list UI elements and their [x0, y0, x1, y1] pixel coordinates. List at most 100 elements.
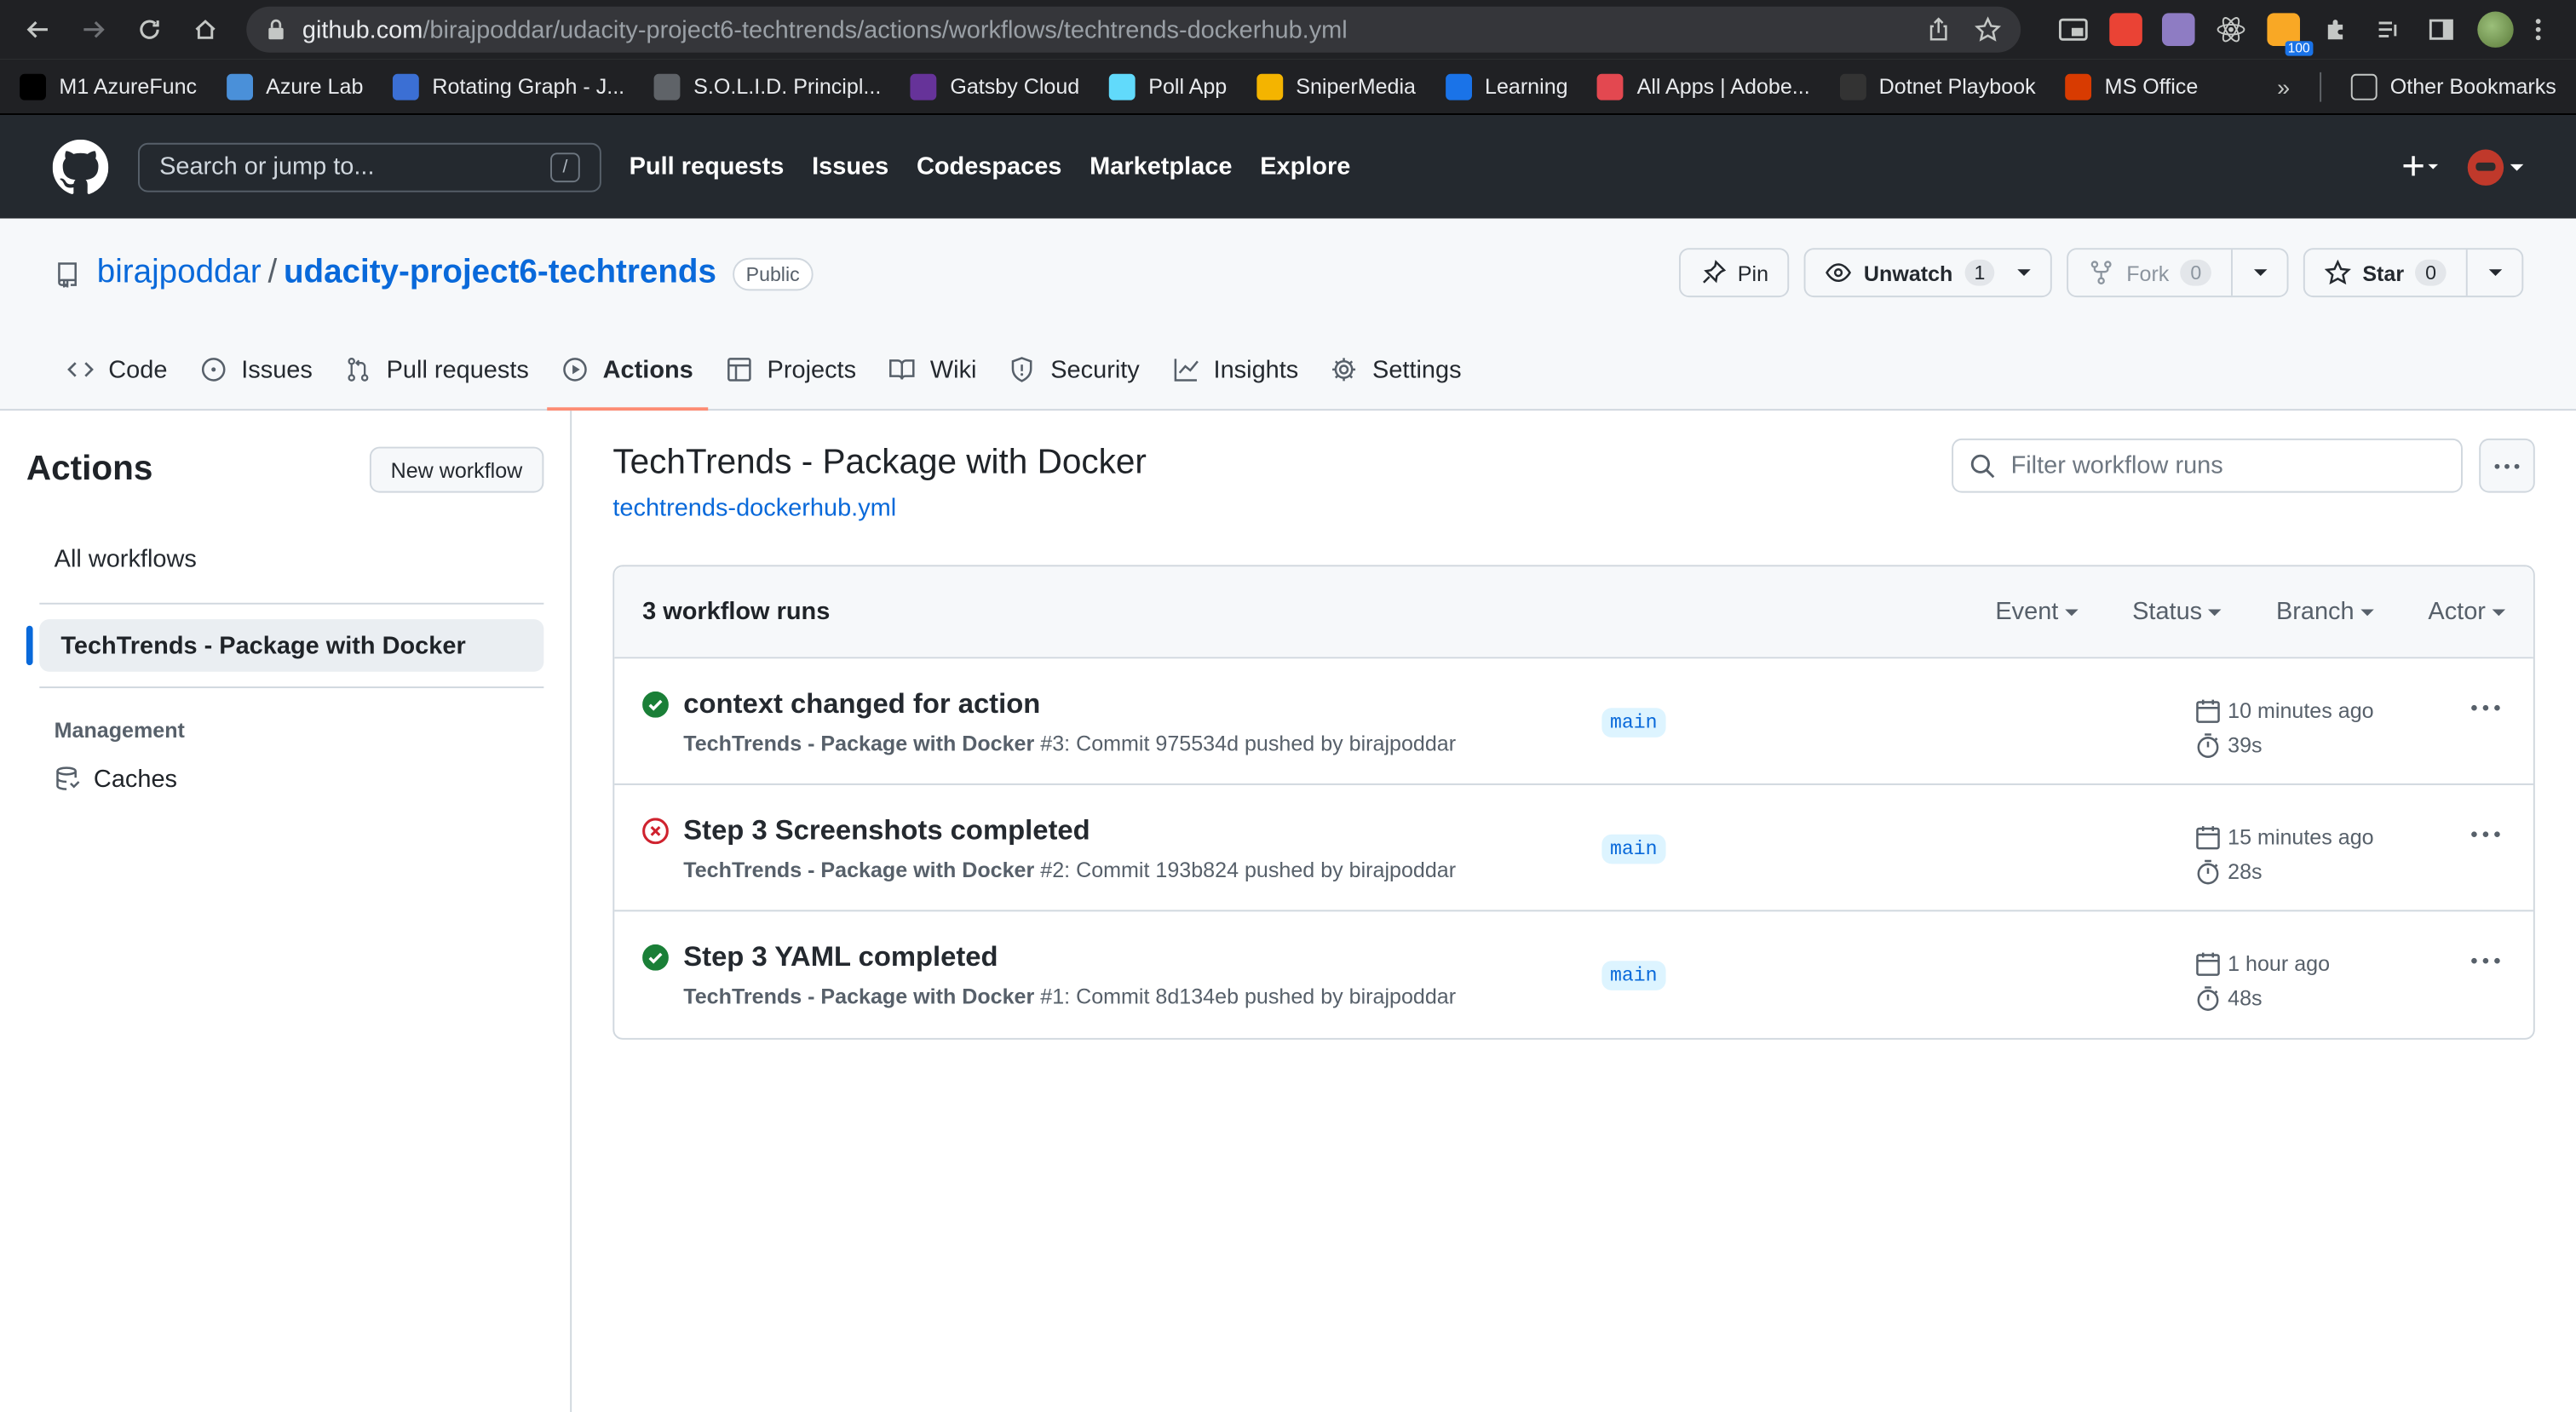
star-dropdown[interactable]: [2465, 250, 2522, 296]
nav-issues[interactable]: Issues: [812, 152, 888, 181]
nav-pull-requests[interactable]: Pull requests: [630, 152, 785, 181]
bookmark-item[interactable]: Azure Lab: [226, 72, 363, 100]
gear-icon: [1331, 356, 1358, 382]
bookmark-item[interactable]: Rotating Graph - J...: [393, 72, 624, 100]
filter-input[interactable]: [2010, 451, 2438, 480]
tab-label: Actions: [602, 355, 693, 384]
home-icon[interactable]: [184, 9, 227, 51]
workflow-runs-box: 3 workflow runs Event Status Branch Acto…: [612, 565, 2535, 1040]
repo-separator: /: [267, 254, 278, 291]
share-icon[interactable]: [1925, 16, 1952, 43]
run-title[interactable]: Step 3 Screenshots completed: [683, 815, 1603, 848]
branch-label[interactable]: main: [1601, 961, 1666, 990]
branch-label[interactable]: main: [1601, 708, 1666, 738]
back-icon[interactable]: [16, 9, 59, 51]
sidebar-item-selected-workflow[interactable]: TechTrends - Package with Docker: [26, 619, 544, 672]
bookmark-item[interactable]: Gatsby Cloud: [911, 72, 1079, 100]
repo-name-link[interactable]: udacity-project6-techtrends: [284, 255, 716, 292]
extensions-puzzle-icon[interactable]: [2320, 13, 2353, 46]
fork-dropdown[interactable]: [2231, 250, 2287, 296]
tab-security[interactable]: Security: [995, 330, 1154, 410]
run-duration: 28s: [2228, 858, 2263, 884]
bookmark-item[interactable]: MS Office: [2065, 72, 2198, 100]
fork-button[interactable]: Fork 0: [2067, 248, 2289, 298]
github-global-nav: Pull requests Issues Codespaces Marketpl…: [630, 152, 1351, 181]
tab-insights[interactable]: Insights: [1158, 330, 1314, 410]
user-menu-button[interactable]: [2467, 148, 2524, 185]
reload-icon[interactable]: [128, 9, 170, 51]
new-workflow-button[interactable]: New workflow: [369, 446, 544, 493]
branch-label[interactable]: main: [1601, 834, 1666, 864]
run-title[interactable]: Step 3 YAML completed: [683, 941, 1603, 974]
run-options-button[interactable]: [2471, 957, 2501, 964]
forward-icon[interactable]: [72, 9, 115, 51]
reading-list-icon[interactable]: [2372, 13, 2406, 46]
more-options-button[interactable]: [2479, 438, 2535, 493]
extension-react-icon[interactable]: [2215, 13, 2248, 46]
bookmarks-bar: M1 AzureFunc Azure Lab Rotating Graph - J.…: [0, 59, 2576, 115]
nav-marketplace[interactable]: Marketplace: [1090, 152, 1232, 181]
database-icon: [55, 766, 81, 792]
workflow-run-row[interactable]: Step 3 Screenshots completed TechTrends -…: [614, 785, 2533, 912]
bookmark-label: SniperMedia: [1296, 73, 1417, 99]
tab-issues[interactable]: Issues: [186, 330, 328, 410]
address-bar[interactable]: github.com/birajpoddar/udacity-project6-…: [246, 6, 2021, 53]
github-search-input[interactable]: Search or jump to... /: [137, 141, 601, 192]
profile-avatar[interactable]: [2477, 11, 2514, 48]
filter-branch[interactable]: Branch: [2276, 598, 2374, 626]
bookmark-item[interactable]: All Apps | Adobe...: [1597, 72, 1810, 100]
chevron-down-icon[interactable]: [2017, 269, 2032, 276]
other-bookmarks-folder[interactable]: Other Bookmarks: [2350, 72, 2556, 100]
unwatch-button[interactable]: Unwatch 1: [1804, 248, 2053, 298]
tab-wiki[interactable]: Wiki: [874, 330, 992, 410]
bookmark-item[interactable]: Dotnet Playbook: [1839, 72, 2036, 100]
bookmark-star-icon[interactable]: [1975, 16, 2001, 43]
stopwatch-icon: [2195, 732, 2222, 758]
bookmark-item[interactable]: Poll App: [1108, 72, 1227, 100]
github-logo-icon[interactable]: [52, 138, 109, 195]
sidebar-item-caches[interactable]: Caches: [26, 755, 543, 801]
extension-rss-icon[interactable]: 100: [2267, 13, 2314, 56]
calendar-icon: [2195, 697, 2222, 724]
table-icon: [726, 356, 752, 382]
workflow-run-row[interactable]: Step 3 YAML completed TechTrends - Packag…: [614, 911, 2533, 1037]
bookmark-item[interactable]: Learning: [1445, 72, 1568, 100]
repo-icon: [55, 261, 81, 287]
repo-owner-link[interactable]: birajpoddar: [97, 255, 262, 292]
picture-in-picture-icon[interactable]: [2057, 13, 2090, 46]
nav-explore[interactable]: Explore: [1260, 152, 1350, 181]
side-panel-icon[interactable]: [2425, 13, 2458, 46]
tab-code[interactable]: Code: [53, 330, 182, 410]
tab-projects[interactable]: Projects: [711, 330, 871, 410]
user-avatar: [2467, 148, 2504, 185]
section-heading: Management: [54, 717, 185, 743]
browser-menu-icon[interactable]: [2533, 16, 2544, 43]
bookmark-item[interactable]: SniperMedia: [1256, 72, 1417, 100]
folder-icon: [2350, 72, 2378, 100]
nav-codespaces[interactable]: Codespaces: [917, 152, 1061, 181]
sidebar-item-all-workflows[interactable]: All workflows: [26, 532, 543, 587]
workflow-run-row[interactable]: context changed for action TechTrends - P…: [614, 658, 2533, 785]
bookmark-item[interactable]: S.O.L.I.D. Principl...: [653, 72, 881, 100]
filter-status[interactable]: Status: [2132, 598, 2222, 626]
actions-sidebar: Actions New workflow All workflows TechT…: [0, 410, 572, 1412]
filter-workflow-runs[interactable]: [1952, 438, 2463, 493]
more-bookmarks-icon[interactable]: »: [2277, 73, 2290, 100]
star-button[interactable]: Star 0: [2303, 248, 2524, 298]
bookmark-item[interactable]: M1 AzureFunc: [20, 72, 197, 100]
workflow-title: TechTrends - Package with Docker: [612, 443, 1147, 482]
filter-event[interactable]: Event: [1995, 598, 2079, 626]
run-options-button[interactable]: [2471, 704, 2501, 711]
tab-pull-requests[interactable]: Pull requests: [331, 330, 543, 410]
extension-cast-icon[interactable]: [2109, 13, 2142, 46]
pin-button[interactable]: Pin: [1678, 248, 1791, 298]
filter-actor[interactable]: Actor: [2428, 598, 2506, 626]
run-title[interactable]: context changed for action: [683, 688, 1603, 721]
run-options-button[interactable]: [2471, 831, 2501, 838]
workflow-file-link[interactable]: techtrends-dockerhub.yml: [612, 494, 1147, 522]
run-when: 10 minutes ago: [2228, 697, 2374, 723]
create-new-button[interactable]: [2402, 152, 2438, 181]
tab-actions[interactable]: Actions: [547, 330, 709, 411]
extension-chat-icon[interactable]: [2161, 13, 2195, 46]
tab-settings[interactable]: Settings: [1316, 330, 1475, 410]
